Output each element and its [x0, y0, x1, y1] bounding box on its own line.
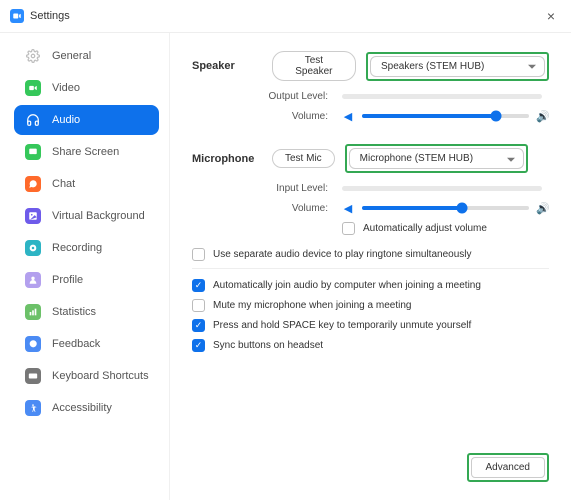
volume-low-icon: ◀ — [342, 110, 354, 122]
space-unmute-label: Press and hold SPACE key to temporarily … — [213, 320, 471, 331]
sidebar-item-video[interactable]: Video — [14, 73, 159, 103]
space-unmute-row: Press and hold SPACE key to temporarily … — [192, 319, 549, 332]
input-level-meter — [342, 186, 542, 191]
speaker-volume-slider[interactable] — [362, 114, 529, 118]
volume-high-icon: 🔊 — [537, 202, 549, 214]
sidebar-item-general[interactable]: General — [14, 41, 159, 71]
sidebar-item-label: Keyboard Shortcuts — [52, 370, 149, 382]
space-unmute-checkbox[interactable] — [192, 319, 205, 332]
statistics-icon — [24, 303, 42, 321]
sync-headset-checkbox[interactable] — [192, 339, 205, 352]
recording-icon — [24, 239, 42, 257]
speaker-row: Speaker Test Speaker Speakers (STEM HUB) — [192, 51, 549, 81]
speaker-heading: Speaker — [192, 60, 272, 72]
app-icon — [10, 9, 24, 23]
video-icon — [24, 79, 42, 97]
sync-headset-row: Sync buttons on headset — [192, 339, 549, 352]
mute-join-row: Mute my microphone when joining a meetin… — [192, 299, 549, 312]
output-level-label: Output Level: — [192, 91, 342, 102]
output-level-meter — [342, 94, 542, 99]
sidebar-item-label: Audio — [52, 114, 80, 126]
sidebar-item-chat[interactable]: Chat — [14, 169, 159, 199]
microphone-heading: Microphone — [192, 153, 272, 165]
auto-adjust-label: Automatically adjust volume — [363, 223, 487, 234]
sidebar-item-audio[interactable]: Audio — [14, 105, 159, 135]
sidebar-item-virtual-background[interactable]: Virtual Background — [14, 201, 159, 231]
profile-icon — [24, 271, 42, 289]
feedback-icon — [24, 335, 42, 353]
keyboard-icon — [24, 367, 42, 385]
sidebar-item-label: Video — [52, 82, 80, 94]
body: General Video Audio Share Screen Chat Vi… — [0, 33, 571, 500]
sidebar-item-feedback[interactable]: Feedback — [14, 329, 159, 359]
input-level-label: Input Level: — [192, 183, 342, 194]
share-screen-icon — [24, 143, 42, 161]
auto-adjust-checkbox[interactable] — [342, 222, 355, 235]
sidebar-item-label: Feedback — [52, 338, 100, 350]
speaker-device-select[interactable]: Speakers (STEM HUB) — [370, 56, 545, 77]
sidebar-item-accessibility[interactable]: Accessibility — [14, 393, 159, 423]
sidebar: General Video Audio Share Screen Chat Vi… — [0, 33, 170, 500]
ringtone-row: Use separate audio device to play ringto… — [192, 248, 549, 261]
slider-thumb[interactable] — [490, 111, 501, 122]
speaker-volume-label: Volume: — [192, 111, 342, 122]
sidebar-item-label: Statistics — [52, 306, 96, 318]
sidebar-item-label: Virtual Background — [52, 210, 145, 222]
headphones-icon — [24, 111, 42, 129]
volume-low-icon: ◀ — [342, 202, 354, 214]
sidebar-item-label: Share Screen — [52, 146, 119, 158]
test-speaker-button[interactable]: Test Speaker — [272, 51, 356, 81]
auto-join-checkbox[interactable] — [192, 279, 205, 292]
auto-join-label: Automatically join audio by computer whe… — [213, 280, 481, 291]
mic-device-value: Microphone (STEM HUB) — [360, 153, 473, 164]
sync-headset-label: Sync buttons on headset — [213, 340, 323, 351]
advanced-highlight: Advanced — [467, 453, 549, 482]
ringtone-label: Use separate audio device to play ringto… — [213, 249, 472, 260]
mic-volume-label: Volume: — [192, 203, 342, 214]
sidebar-item-label: Accessibility — [52, 402, 112, 414]
advanced-button[interactable]: Advanced — [471, 457, 545, 478]
mic-device-select[interactable]: Microphone (STEM HUB) — [349, 148, 524, 169]
mic-select-highlight: Microphone (STEM HUB) — [345, 144, 528, 173]
sidebar-item-label: General — [52, 50, 91, 62]
microphone-row: Microphone Test Mic Microphone (STEM HUB… — [192, 144, 549, 173]
slider-thumb[interactable] — [457, 203, 468, 214]
titlebar: Settings × — [0, 0, 571, 33]
sidebar-item-recording[interactable]: Recording — [14, 233, 159, 263]
background-icon — [24, 207, 42, 225]
close-button[interactable]: × — [541, 6, 561, 26]
auto-join-row: Automatically join audio by computer whe… — [192, 279, 549, 292]
test-mic-button[interactable]: Test Mic — [272, 149, 335, 168]
window-title: Settings — [30, 10, 70, 22]
mute-join-checkbox[interactable] — [192, 299, 205, 312]
sidebar-item-label: Profile — [52, 274, 83, 286]
input-level-row: Input Level: — [192, 183, 549, 194]
mute-join-label: Mute my microphone when joining a meetin… — [213, 300, 411, 311]
mic-volume-slider[interactable] — [362, 206, 529, 210]
volume-high-icon: 🔊 — [537, 110, 549, 122]
sidebar-item-share-screen[interactable]: Share Screen — [14, 137, 159, 167]
sidebar-item-label: Chat — [52, 178, 75, 190]
sidebar-item-profile[interactable]: Profile — [14, 265, 159, 295]
content-pane: Speaker Test Speaker Speakers (STEM HUB)… — [170, 33, 571, 500]
sidebar-item-label: Recording — [52, 242, 102, 254]
output-level-row: Output Level: — [192, 91, 549, 102]
sidebar-item-statistics[interactable]: Statistics — [14, 297, 159, 327]
mic-volume-row: Volume: ◀ 🔊 — [192, 202, 549, 214]
settings-window: Settings × General Video Audio Share Scr… — [0, 0, 571, 500]
speaker-select-highlight: Speakers (STEM HUB) — [366, 52, 549, 81]
auto-adjust-row: Automatically adjust volume — [342, 222, 549, 235]
sidebar-item-keyboard-shortcuts[interactable]: Keyboard Shortcuts — [14, 361, 159, 391]
accessibility-icon — [24, 399, 42, 417]
ringtone-checkbox[interactable] — [192, 248, 205, 261]
gear-icon — [24, 47, 42, 65]
speaker-volume-row: Volume: ◀ 🔊 — [192, 110, 549, 122]
chat-icon — [24, 175, 42, 193]
speaker-device-value: Speakers (STEM HUB) — [381, 61, 484, 72]
divider — [192, 268, 549, 269]
